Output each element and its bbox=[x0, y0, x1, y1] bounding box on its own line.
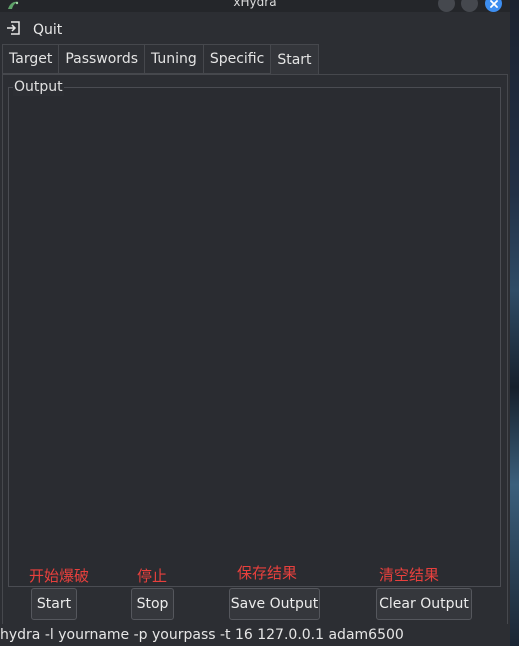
tab-tuning[interactable]: Tuning bbox=[144, 44, 204, 74]
minimize-button[interactable] bbox=[438, 0, 455, 12]
desktop-background bbox=[510, 0, 519, 646]
quit-label: Quit bbox=[33, 22, 63, 38]
save-output-button[interactable]: Save Output bbox=[229, 588, 320, 620]
tab-target[interactable]: Target bbox=[2, 44, 60, 74]
start-annotation: 开始爆破 bbox=[29, 567, 90, 585]
title-bar[interactable]: xHydra bbox=[0, 0, 510, 12]
tab-start[interactable]: Start bbox=[270, 44, 319, 75]
xhydra-window: xHydra Quit Target Passwords Tuning Spec… bbox=[0, 0, 510, 646]
output-group: Output bbox=[8, 78, 501, 587]
stop-button[interactable]: Stop bbox=[131, 588, 174, 620]
clear-output-button[interactable]: Clear Output bbox=[376, 588, 472, 620]
close-button[interactable] bbox=[485, 0, 502, 12]
stop-annotation: 停止 bbox=[137, 567, 168, 585]
tab-specific[interactable]: Specific bbox=[202, 44, 272, 74]
menu-bar: Quit bbox=[0, 17, 510, 43]
command-status-bar: hydra -l yourname -p yourpass -t 16 127.… bbox=[0, 624, 510, 646]
close-icon bbox=[489, 0, 499, 13]
tab-bar: Target Passwords Tuning Specific Start bbox=[2, 44, 319, 75]
clear-annotation: 清空结果 bbox=[379, 566, 440, 584]
tab-passwords[interactable]: Passwords bbox=[58, 44, 145, 74]
window-title: xHydra bbox=[233, 0, 277, 9]
output-text-area[interactable] bbox=[9, 96, 500, 586]
start-tab-panel: Output bbox=[2, 74, 508, 625]
maximize-button[interactable] bbox=[461, 0, 478, 12]
logout-icon bbox=[6, 21, 21, 39]
start-button[interactable]: Start bbox=[31, 588, 77, 620]
output-group-label: Output bbox=[13, 78, 64, 96]
save-annotation: 保存结果 bbox=[237, 564, 298, 582]
quit-menu-item[interactable]: Quit bbox=[6, 19, 62, 41]
